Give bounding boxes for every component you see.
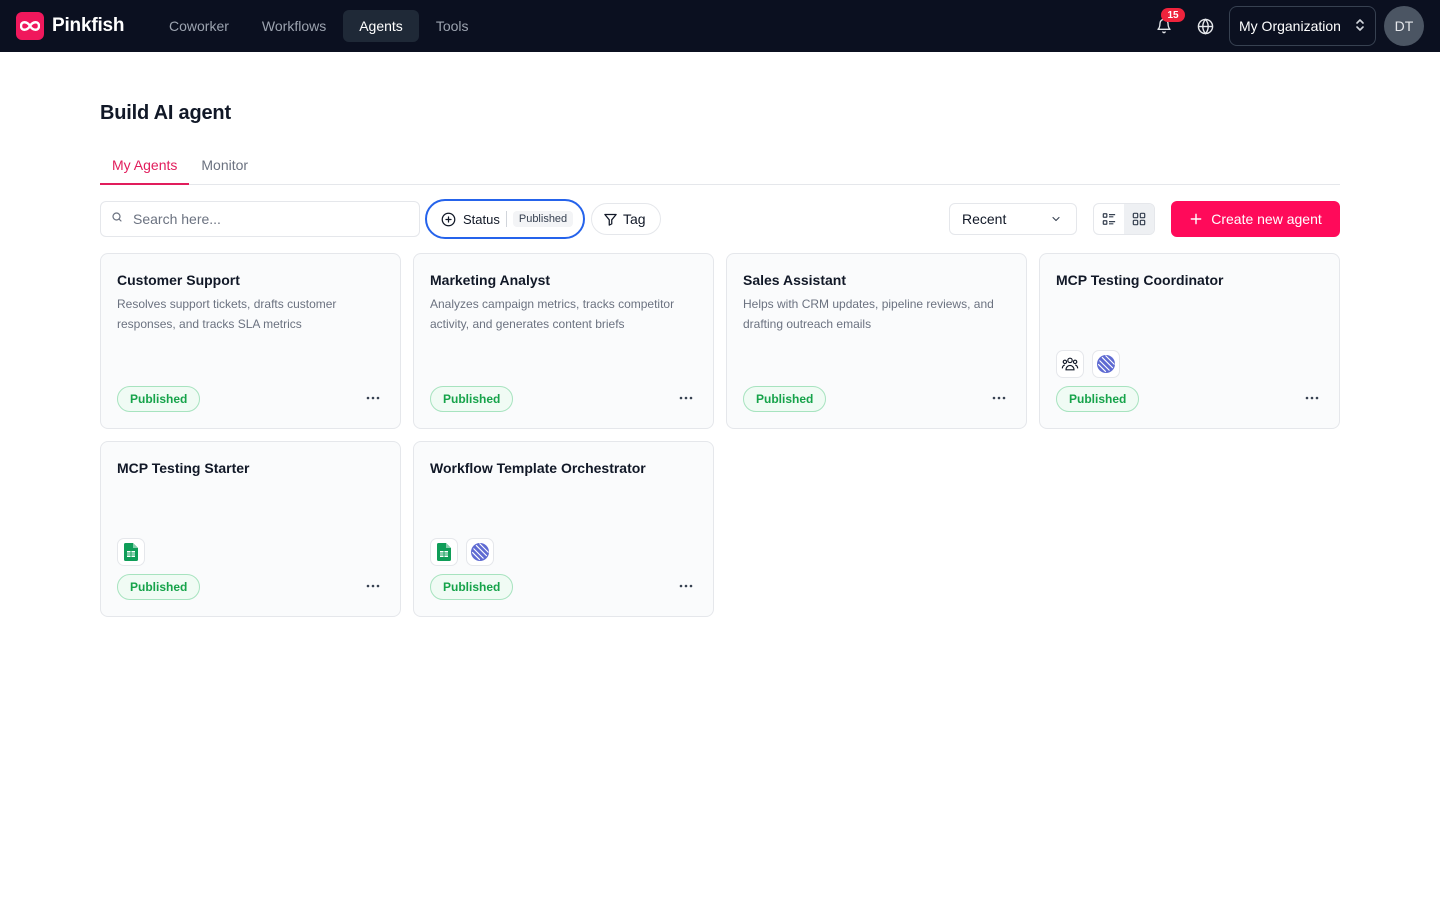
status-badge: Published xyxy=(117,386,201,412)
top-navbar: Pinkfish Coworker Workflows Agents Tools… xyxy=(0,0,1440,52)
divider xyxy=(505,211,507,227)
agent-description: Resolves support tickets, drafts custome… xyxy=(117,297,337,331)
connected-apps xyxy=(1056,350,1120,378)
search-icon xyxy=(111,210,123,228)
agent-title: MCP Testing Starter xyxy=(117,460,250,476)
notification-badge: 15 xyxy=(1161,8,1185,22)
agent-title: Customer Support xyxy=(117,272,240,288)
list-view-icon xyxy=(1102,213,1116,225)
agent-title: MCP Testing Coordinator xyxy=(1056,272,1224,288)
more-options-icon[interactable] xyxy=(1300,386,1324,410)
search-input[interactable] xyxy=(133,211,393,227)
agent-card-mcp-testing-coordinator[interactable]: MCP Testing Coordinator Published xyxy=(1039,253,1340,429)
sort-value: Recent xyxy=(962,211,1007,227)
linear-icon xyxy=(1092,350,1120,378)
more-options-icon[interactable] xyxy=(987,386,1011,410)
status-filter-button[interactable]: Status Published xyxy=(425,199,585,239)
agent-description: Analyzes campaign metrics, tracks compet… xyxy=(430,297,675,331)
chevron-down-icon xyxy=(1050,213,1062,225)
brand-name: Pinkfish xyxy=(52,15,125,36)
nav-coworker[interactable]: Coworker xyxy=(153,10,245,42)
nav-tools[interactable]: Tools xyxy=(420,10,485,42)
status-badge: Published xyxy=(1056,386,1140,412)
connected-apps xyxy=(430,538,494,566)
agent-card-mcp-testing-starter[interactable]: MCP Testing Starter Published xyxy=(100,441,401,617)
team-icon xyxy=(1056,350,1084,378)
create-agent-label: Create new agent xyxy=(1211,211,1322,227)
globe-icon[interactable] xyxy=(1193,14,1217,38)
more-options-icon[interactable] xyxy=(361,574,385,598)
tab-monitor[interactable]: Monitor xyxy=(189,150,260,185)
agent-title: Marketing Analyst xyxy=(430,272,551,288)
tag-filter-label: Tag xyxy=(623,211,646,227)
view-toggle xyxy=(1093,203,1155,235)
status-filter-label: Status xyxy=(463,211,500,227)
agent-card-customer-support[interactable]: Customer Support Resolves support ticket… xyxy=(100,253,401,429)
brand[interactable]: Pinkfish xyxy=(16,12,125,40)
org-name: My Organization xyxy=(1239,18,1341,34)
page-title: Build AI agent xyxy=(100,102,231,124)
sort-select[interactable]: Recent xyxy=(949,203,1077,235)
plus-icon xyxy=(1189,212,1203,226)
google-sheets-icon xyxy=(430,538,458,566)
status-badge: Published xyxy=(430,386,514,412)
chevron-up-down-icon xyxy=(1355,18,1365,35)
main-nav: Coworker Workflows Agents Tools xyxy=(153,10,485,42)
agent-title: Sales Assistant xyxy=(743,272,846,288)
more-options-icon[interactable] xyxy=(674,386,698,410)
connected-apps xyxy=(117,538,145,566)
status-badge: Published xyxy=(117,574,201,600)
avatar[interactable]: DT xyxy=(1384,6,1424,46)
nav-agents[interactable]: Agents xyxy=(343,10,419,42)
status-badge: Published xyxy=(430,574,514,600)
more-options-icon[interactable] xyxy=(674,574,698,598)
more-options-icon[interactable] xyxy=(361,386,385,410)
grid-view-icon xyxy=(1132,212,1146,226)
linear-icon xyxy=(466,538,494,566)
search-box xyxy=(100,201,420,237)
google-sheets-icon xyxy=(117,538,145,566)
tab-my-agents[interactable]: My Agents xyxy=(100,150,190,185)
agent-card-sales-assistant[interactable]: Sales Assistant Helps with CRM updates, … xyxy=(726,253,1027,429)
status-badge: Published xyxy=(743,386,827,412)
agent-description: Helps with CRM updates, pipeline reviews… xyxy=(743,297,994,331)
plus-circle-icon xyxy=(441,212,456,227)
agent-title: Workflow Template Orchestrator xyxy=(430,460,646,476)
grid-view-button[interactable] xyxy=(1124,204,1154,234)
tag-filter-button[interactable]: Tag xyxy=(591,203,661,235)
filter-icon xyxy=(603,212,618,227)
status-filter-value: Published xyxy=(512,211,574,227)
org-switcher[interactable]: My Organization xyxy=(1229,6,1376,46)
agent-card-marketing-analyst[interactable]: Marketing Analyst Analyzes campaign metr… xyxy=(413,253,714,429)
nav-workflows[interactable]: Workflows xyxy=(246,10,342,42)
agent-card-workflow-template-orchestrator[interactable]: Workflow Template Orchestrator Published xyxy=(413,441,714,617)
list-view-button[interactable] xyxy=(1094,204,1124,234)
create-agent-button[interactable]: Create new agent xyxy=(1171,201,1340,237)
pinkfish-logo-icon xyxy=(16,12,44,40)
tab-bar: My Agents Monitor xyxy=(100,150,1340,185)
